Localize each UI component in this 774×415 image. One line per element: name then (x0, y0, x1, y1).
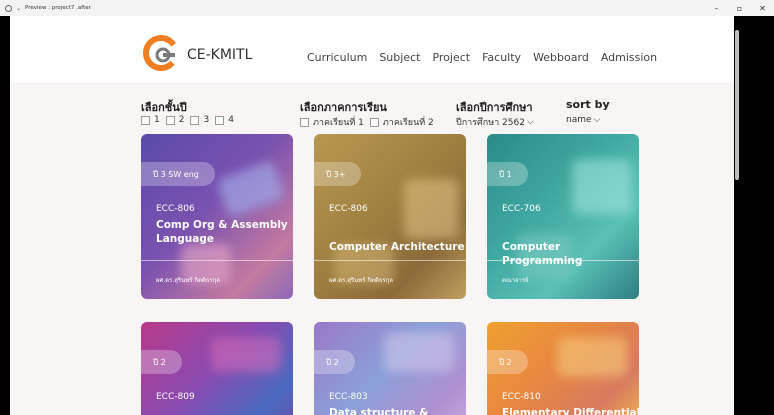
course-code: ECC-810 (502, 392, 541, 402)
course-name: Computer Architecture (329, 241, 465, 253)
semester-filter: ภาคเรียนที่ 1 ภาคเรียนที่ 2 (300, 115, 440, 129)
close-button[interactable]: ✕ (751, 0, 774, 16)
course-card[interactable]: ปี 2 ECC-809 (141, 322, 293, 415)
course-code: ECC-706 (502, 204, 541, 214)
year-badge: ปี 3+ (314, 162, 362, 186)
chevron-down-icon: ⌵ (526, 117, 534, 127)
course-name: Elementary Differential (502, 407, 639, 415)
year-4-checkbox[interactable] (215, 115, 225, 125)
menu-curriculum[interactable]: Curriculum (307, 51, 367, 64)
webpage: CE-KMITL Curriculum Subject Project Facu… (10, 16, 734, 415)
year-2-label: 2 (178, 115, 185, 125)
window-title: Preview : project7 .after (25, 5, 91, 11)
course-name: Comp Org & Assembly Language (156, 219, 288, 245)
year-badge: ปี 2 (487, 350, 528, 374)
course-card[interactable]: ปี 3 SW eng ECC-806 Comp Org & Assembly … (141, 134, 293, 299)
card-divider (314, 260, 466, 261)
year-1-label: 1 (154, 115, 160, 125)
course-card[interactable]: ปี 3+ ECC-806 Computer Architecture ผศ.ด… (314, 134, 466, 299)
card-divider (141, 260, 293, 261)
right-letterbox (734, 16, 774, 415)
card-divider (487, 260, 639, 261)
course-name: Data structure & (329, 407, 429, 415)
year-badge: ปี 2 (141, 350, 182, 374)
course-code: ECC-809 (156, 392, 195, 402)
course-teacher: ผศ.ดร.สุรินทร์ กิตติธรกุล (329, 277, 393, 284)
year-badge: ปี 2 (314, 350, 355, 374)
year-3-label: 3 (203, 115, 210, 125)
ce-logo-icon[interactable] (142, 34, 180, 72)
course-card[interactable]: ปี 1 ECC-706 Computer Programming คณาจาร… (487, 134, 639, 299)
year-filter: 1 2 3 4 (141, 115, 240, 125)
maximize-button[interactable]: ▫ (728, 0, 751, 16)
minimize-button[interactable]: – (705, 0, 728, 16)
course-teacher: คณาจารย์ (502, 277, 529, 284)
course-name: Computer Programming (502, 241, 583, 267)
menu-admission[interactable]: Admission (601, 51, 657, 64)
course-code: ECC-806 (156, 204, 195, 214)
semester-1-label: ภาคเรียนที่ 1 (313, 118, 364, 128)
year-3-checkbox[interactable] (190, 115, 200, 125)
academic-year-dropdown[interactable]: ปีการศึกษา 2562 ⌵ (456, 115, 534, 129)
course-code: ECC-806 (329, 204, 368, 214)
menu-project[interactable]: Project (432, 51, 470, 64)
logo-text[interactable]: CE-KMITL (187, 47, 252, 63)
semester-filter-label: เลือกภาคการเรียน (300, 101, 387, 114)
course-code: ECC-803 (329, 392, 368, 402)
chevron-down-icon: ⌵ (593, 115, 601, 125)
top-navigation: CE-KMITL Curriculum Subject Project Facu… (10, 30, 734, 82)
menu-faculty[interactable]: Faculty (482, 51, 521, 64)
sort-dropdown[interactable]: name ⌵ (566, 115, 600, 125)
course-teacher: ผศ.ดร.สุรินทร์ กิตติธรกุล (156, 277, 220, 284)
year-2-checkbox[interactable] (165, 115, 175, 125)
academic-year-value: ปีการศึกษา 2562 (456, 118, 525, 128)
year-filter-label: เลือกชั้นปี (141, 101, 187, 114)
semester-2-label: ภาคเรียนที่ 2 (382, 118, 434, 128)
vertical-scrollbar[interactable] (735, 30, 739, 180)
academic-year-filter-label: เลือกปีการศึกษา (456, 101, 533, 114)
year-1-checkbox[interactable] (141, 115, 150, 125)
course-card[interactable]: ปี 2 ECC-803 Data structure & (314, 322, 466, 415)
year-badge: ปี 1 (487, 162, 528, 186)
course-card[interactable]: ปี 2 ECC-810 Elementary Differential (487, 322, 639, 415)
year-badge: ปี 3 SW eng (141, 162, 215, 186)
left-letterbox (0, 16, 10, 415)
semester-2-checkbox[interactable] (369, 117, 379, 127)
sort-label: sort by (566, 98, 610, 111)
semester-1-checkbox[interactable] (300, 117, 309, 127)
chevron-down-icon[interactable]: ⌄ (16, 5, 21, 12)
sort-value: name (566, 115, 592, 125)
menu-subject[interactable]: Subject (379, 51, 420, 64)
window-title-bar: ⌄ Preview : project7 .after – ▫ ✕ (0, 0, 774, 16)
app-icon (5, 4, 12, 12)
year-4-label: 4 (228, 115, 234, 125)
main-menu: Curriculum Subject Project Faculty Webbo… (307, 51, 669, 64)
menu-webboard[interactable]: Webboard (533, 51, 589, 64)
